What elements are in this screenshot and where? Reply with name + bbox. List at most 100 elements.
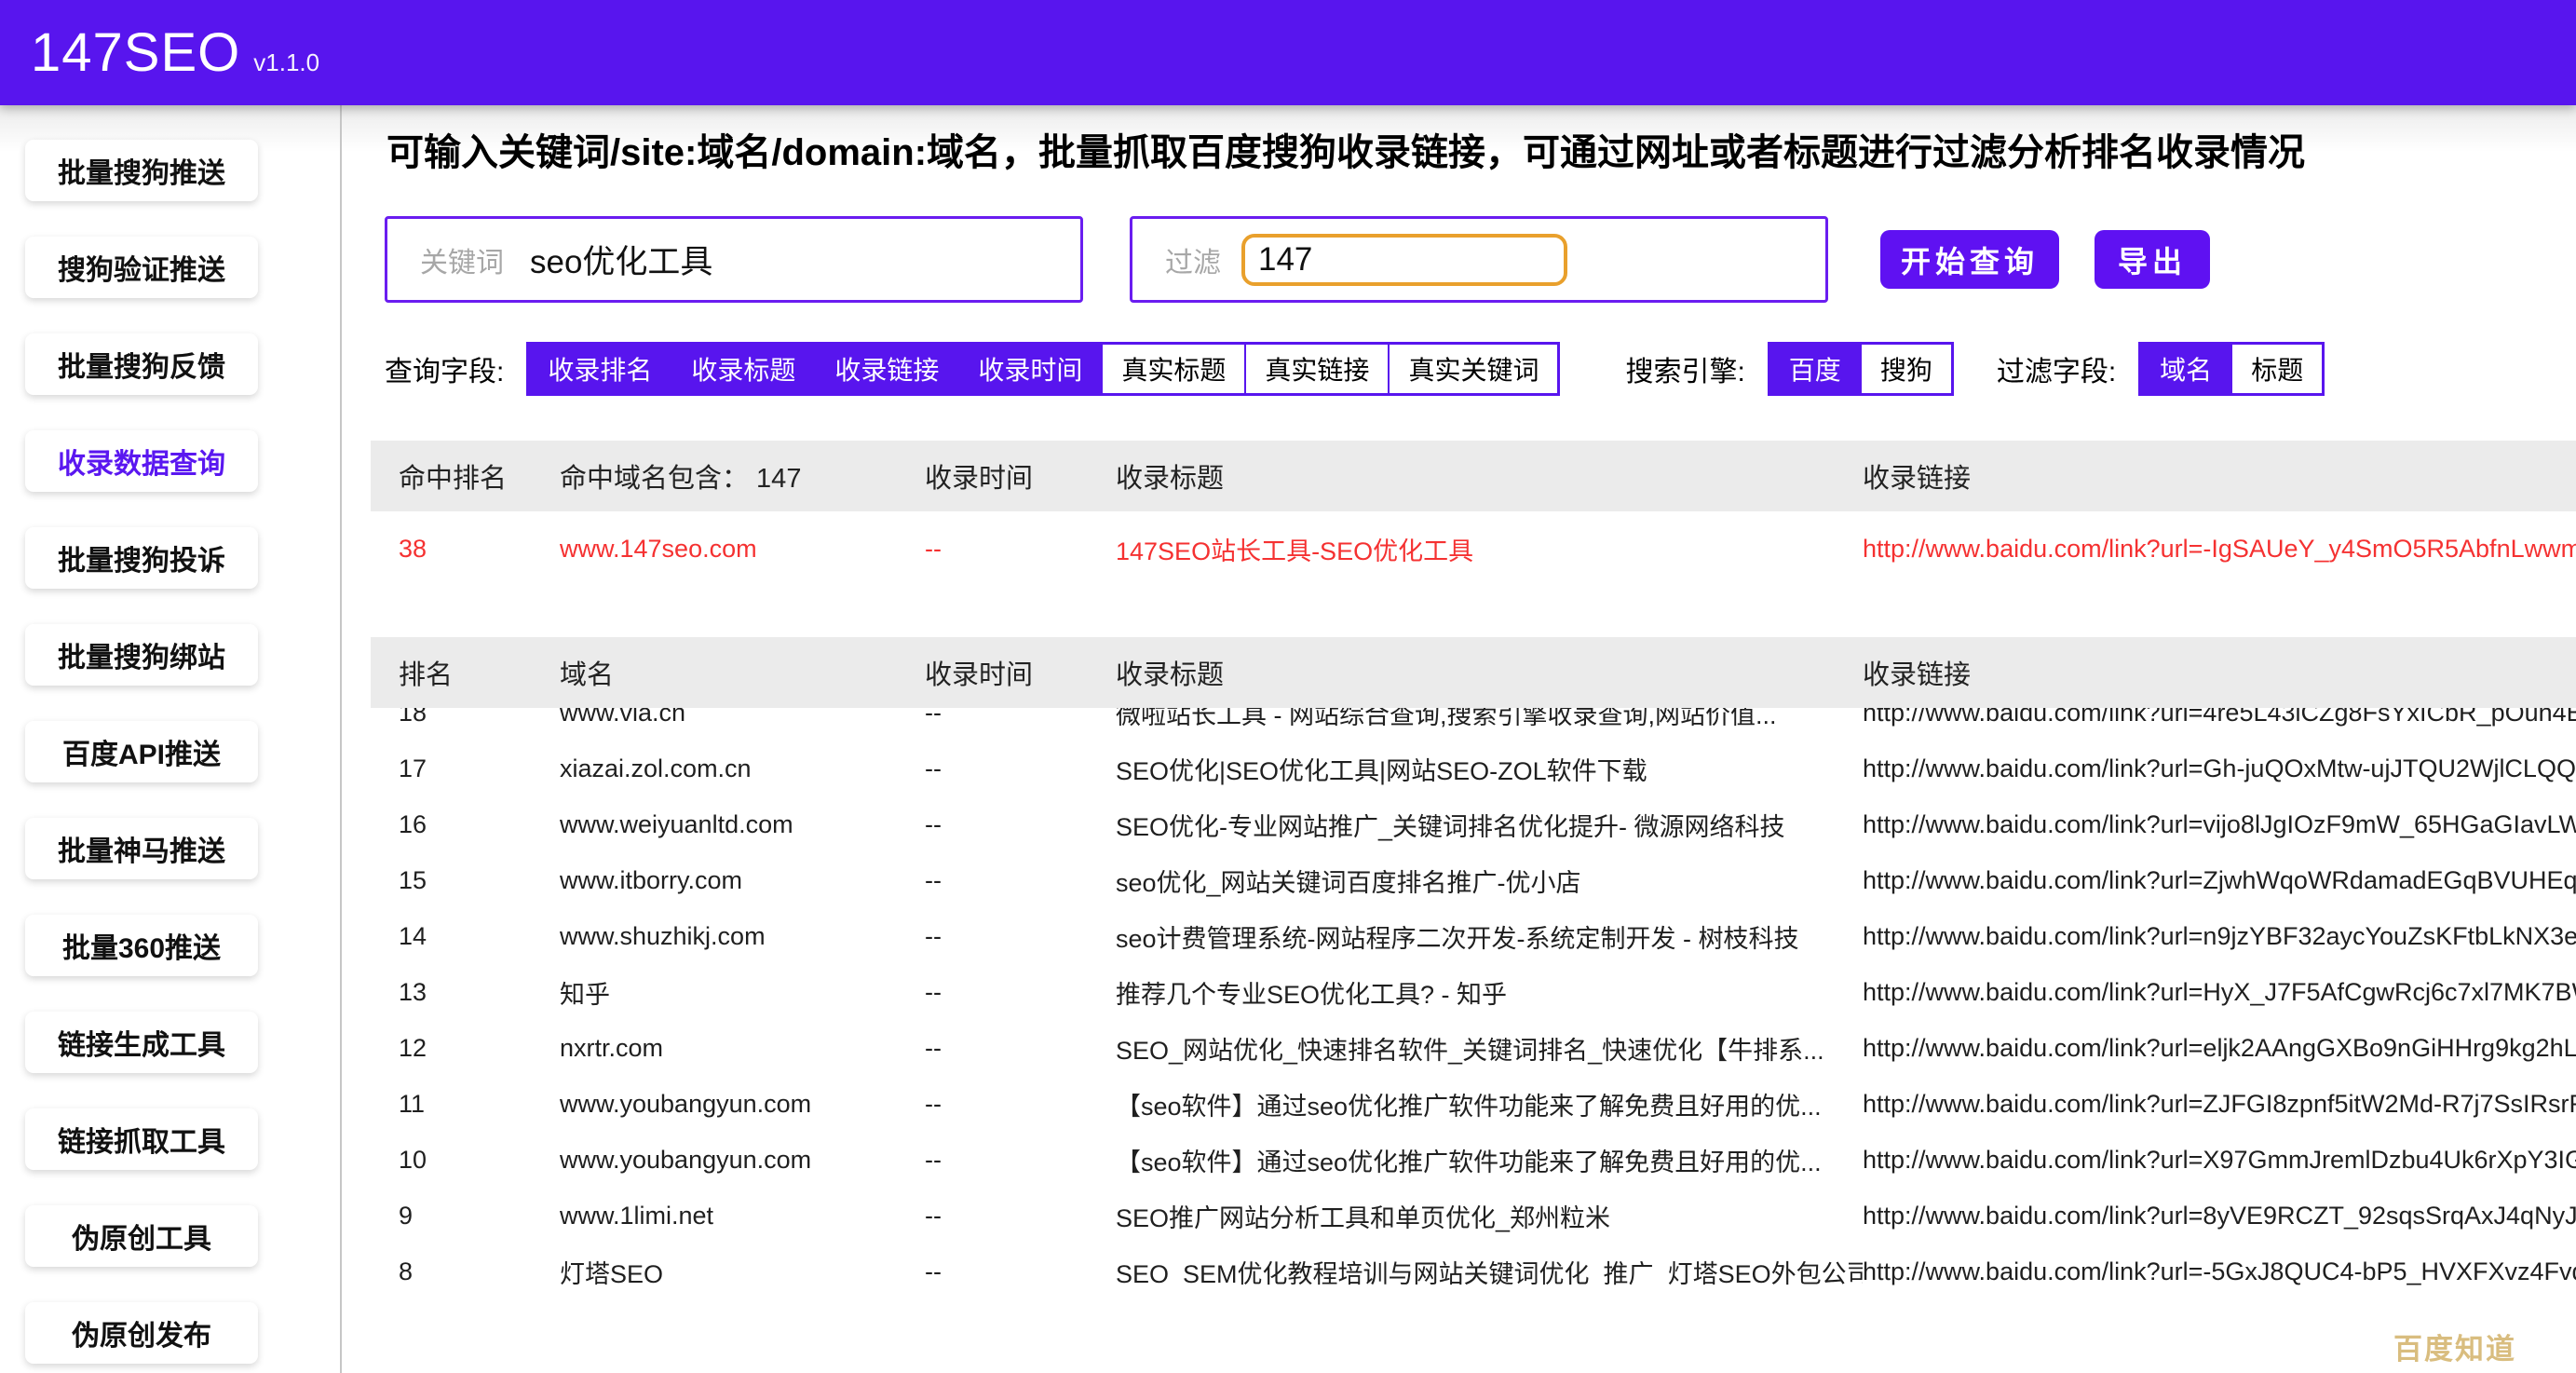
- result-table-cell-domain: www.via.cn: [560, 708, 925, 727]
- result-table-cell-time: --: [925, 978, 1116, 1007]
- sidebar-item[interactable]: 批量360推送: [25, 915, 258, 976]
- filter-field-option[interactable]: 域名: [2141, 345, 2230, 393]
- sidebar-item[interactable]: 搜狗验证推送: [25, 237, 258, 298]
- query-field-option[interactable]: 收录链接: [814, 345, 957, 393]
- toggles-row: 查询字段: 收录排名收录标题收录链接收录时间真实标题真实链接真实关键词 搜索引擎…: [385, 342, 2576, 396]
- result-table-row: 9www.1limi.net--SEO推广网站分析工具和单页优化_郑州粒米htt…: [371, 1188, 2576, 1244]
- result-table-cell-link[interactable]: http://www.baidu.com/link?url=8yVE9RCZT_…: [1863, 1202, 2576, 1230]
- sidebar-item[interactable]: 百度API推送: [25, 721, 258, 782]
- result-table-row: 8灯塔SEO--SEO_SEM优化教程培训与网站关键词优化_推广_灯塔SEO外包…: [371, 1244, 2576, 1285]
- sidebar-item[interactable]: 批量搜狗反馈: [25, 333, 258, 395]
- result-table-cell-link[interactable]: http://www.baidu.com/link?url=-5GxJ8QUC4…: [1863, 1257, 2576, 1286]
- query-field-option[interactable]: 收录排名: [529, 345, 671, 393]
- result-table-cell-rank: 9: [371, 1202, 560, 1230]
- query-field-option[interactable]: 真实链接: [1244, 345, 1388, 393]
- result-table-header-cell: 收录时间: [925, 653, 1116, 692]
- filter-input-field[interactable]: 147: [1241, 234, 1567, 286]
- result-table-cell-rank: 11: [371, 1090, 560, 1119]
- result-table-cell-domain: www.1limi.net: [560, 1202, 925, 1230]
- result-table-cell-domain: www.youbangyun.com: [560, 1146, 925, 1175]
- result-table-cell-time: --: [925, 1202, 1116, 1230]
- sidebar-item[interactable]: 伪原创发布: [25, 1302, 258, 1364]
- sidebar-item[interactable]: 伪原创工具: [25, 1205, 258, 1267]
- hit-table-cell-rank: 38: [371, 535, 560, 564]
- result-table-cell-rank: 13: [371, 978, 560, 1007]
- start-query-button[interactable]: 开始查询: [1880, 230, 2059, 289]
- export-button[interactable]: 导出: [2095, 230, 2210, 289]
- result-table-cell-link[interactable]: http://www.baidu.com/link?url=eljk2AAngG…: [1863, 1034, 2576, 1063]
- search-engine-group: 百度搜狗: [1768, 342, 1954, 396]
- result-table-cell-time: --: [925, 754, 1116, 783]
- filter-field-option[interactable]: 标题: [2230, 345, 2322, 393]
- filter-input-label: 过滤: [1165, 239, 1221, 280]
- search-engine-option[interactable]: 搜狗: [1860, 345, 1951, 393]
- result-table-row: 17xiazai.zol.com.cn--SEO优化|SEO优化工具|网站SEO…: [371, 741, 2576, 796]
- result-table-body[interactable]: 18www.via.cn--微啦站长工具 - 网站综合查询,搜索引擎收录查询,网…: [371, 708, 2576, 1285]
- result-table-cell-domain: www.shuzhikj.com: [560, 922, 925, 951]
- main-content: 可输入关键词/site:域名/domain:域名，批量抓取百度搜狗收录链接，可通…: [342, 105, 2576, 1373]
- sidebar-item[interactable]: 批量搜狗推送: [25, 140, 258, 201]
- result-table-cell-title: SEO_SEM优化教程培训与网站关键词优化_推广_灯塔SEO外包公司: [1116, 1254, 1863, 1286]
- hit-table-header: 命中排名命中域名包含： 147收录时间收录标题收录链接: [371, 441, 2576, 511]
- hit-table-header-cell: 命中排名: [371, 456, 560, 496]
- result-table-row: 10www.youbangyun.com--【seo软件】通过seo优化推广软件…: [371, 1132, 2576, 1188]
- result-table-cell-link[interactable]: http://www.baidu.com/link?url=4re5L43iCZ…: [1863, 708, 2576, 727]
- page-title: 可输入关键词/site:域名/domain:域名，批量抓取百度搜狗收录链接，可通…: [386, 130, 2576, 175]
- sidebar-item[interactable]: 批量神马推送: [25, 818, 258, 879]
- result-table-cell-link[interactable]: http://www.baidu.com/link?url=ZjwhWqoWRd…: [1863, 866, 2576, 895]
- query-field-option[interactable]: 收录时间: [957, 345, 1101, 393]
- search-engine-option[interactable]: 百度: [1770, 345, 1860, 393]
- result-table-cell-title: 【seo软件】通过seo优化推广软件功能来了解免费且好用的优...: [1116, 1142, 1863, 1178]
- sidebar-item[interactable]: 链接生成工具: [25, 1012, 258, 1073]
- result-table-row: 18www.via.cn--微啦站长工具 - 网站综合查询,搜索引擎收录查询,网…: [371, 708, 2576, 741]
- filter-input[interactable]: 过滤 147: [1130, 216, 1828, 303]
- result-table-cell-title: 微啦站长工具 - 网站综合查询,搜索引擎收录查询,网站价值...: [1116, 708, 1863, 731]
- hit-table-body: 38www.147seo.com--147SEO站长工具-SEO优化工具http…: [371, 511, 2576, 594]
- sidebar-item[interactable]: 批量搜狗投诉: [25, 527, 258, 589]
- app-version: v1.1.0: [253, 48, 319, 77]
- result-table-cell-domain: 知乎: [560, 974, 925, 1011]
- query-field-option[interactable]: 真实标题: [1101, 345, 1244, 393]
- result-table-cell-domain: www.youbangyun.com: [560, 1090, 925, 1119]
- result-table-cell-time: --: [925, 1034, 1116, 1063]
- result-table-header: 排名域名收录时间收录标题收录链接: [371, 637, 2576, 708]
- app-logo: 147SEO: [31, 21, 240, 84]
- hit-table-header-cell: 收录时间: [925, 456, 1116, 496]
- sidebar-list: 批量搜狗推送搜狗验证推送批量搜狗反馈收录数据查询批量搜狗投诉批量搜狗绑站百度AP…: [0, 140, 340, 1364]
- result-table-header-cell: 域名: [560, 653, 925, 692]
- keyword-input[interactable]: 关键词 seo优化工具: [385, 216, 1083, 303]
- result-table-cell-rank: 18: [371, 708, 560, 727]
- result-table-cell-time: --: [925, 922, 1116, 951]
- result-table-cell-link[interactable]: http://www.baidu.com/link?url=HyX_J7F5Af…: [1863, 978, 2576, 1007]
- result-table-cell-link[interactable]: http://www.baidu.com/link?url=vijo8lJgIO…: [1863, 810, 2576, 839]
- query-fields-group: 收录排名收录标题收录链接收录时间真实标题真实链接真实关键词: [526, 342, 1560, 396]
- filter-fields-label: 过滤字段:: [1997, 348, 2116, 389]
- result-table-cell-rank: 10: [371, 1146, 560, 1175]
- result-table-cell-title: SEO推广网站分析工具和单页优化_郑州粒米: [1116, 1198, 1863, 1234]
- hit-table-cell-domain: www.147seo.com: [560, 535, 925, 564]
- result-table-cell-title: SEO优化-专业网站推广_关键词排名优化提升- 微源网络科技: [1116, 807, 1863, 843]
- sidebar-item[interactable]: 链接抓取工具: [25, 1108, 258, 1170]
- result-table-row: 12nxrtr.com--SEO_网站优化_快速排名软件_关键词排名_快速优化【…: [371, 1020, 2576, 1076]
- result-table-cell-link[interactable]: http://www.baidu.com/link?url=n9jzYBF32a…: [1863, 922, 2576, 951]
- result-table-row: 13知乎--推荐几个专业SEO优化工具? - 知乎http://www.baid…: [371, 964, 2576, 1020]
- search-engine-label: 搜索引擎:: [1625, 348, 1744, 389]
- result-table-cell-rank: 15: [371, 866, 560, 895]
- result-table-row: 14www.shuzhikj.com--seo计费管理系统-网站程序二次开发-系…: [371, 908, 2576, 964]
- result-table-cell-time: --: [925, 1257, 1116, 1286]
- result-table-cell-link[interactable]: http://www.baidu.com/link?url=ZJFGI8zpnf…: [1863, 1090, 2576, 1119]
- result-table-header-cell: 排名: [371, 653, 560, 692]
- result-table-cell-rank: 16: [371, 810, 560, 839]
- sidebar-item[interactable]: 批量搜狗绑站: [25, 624, 258, 686]
- sidebar-item[interactable]: 收录数据查询: [25, 430, 258, 492]
- query-field-option[interactable]: 真实关键词: [1388, 345, 1557, 393]
- hit-table-cell-time: --: [925, 535, 1116, 564]
- result-table-row: 11www.youbangyun.com--【seo软件】通过seo优化推广软件…: [371, 1076, 2576, 1132]
- result-table-cell-link[interactable]: http://www.baidu.com/link?url=X97GmmJrem…: [1863, 1146, 2576, 1175]
- result-table-cell-link[interactable]: http://www.baidu.com/link?url=Gh-juQOxMt…: [1863, 754, 2576, 783]
- keyword-input-value[interactable]: seo优化工具: [530, 236, 712, 283]
- result-table-cell-time: --: [925, 810, 1116, 839]
- query-field-option[interactable]: 收录标题: [671, 345, 814, 393]
- result-table-cell-title: seo优化_网站关键词百度排名推广-优小店: [1116, 863, 1863, 899]
- hit-table-cell-link[interactable]: http://www.baidu.com/link?url=-IgSAUeY_y…: [1863, 535, 2576, 564]
